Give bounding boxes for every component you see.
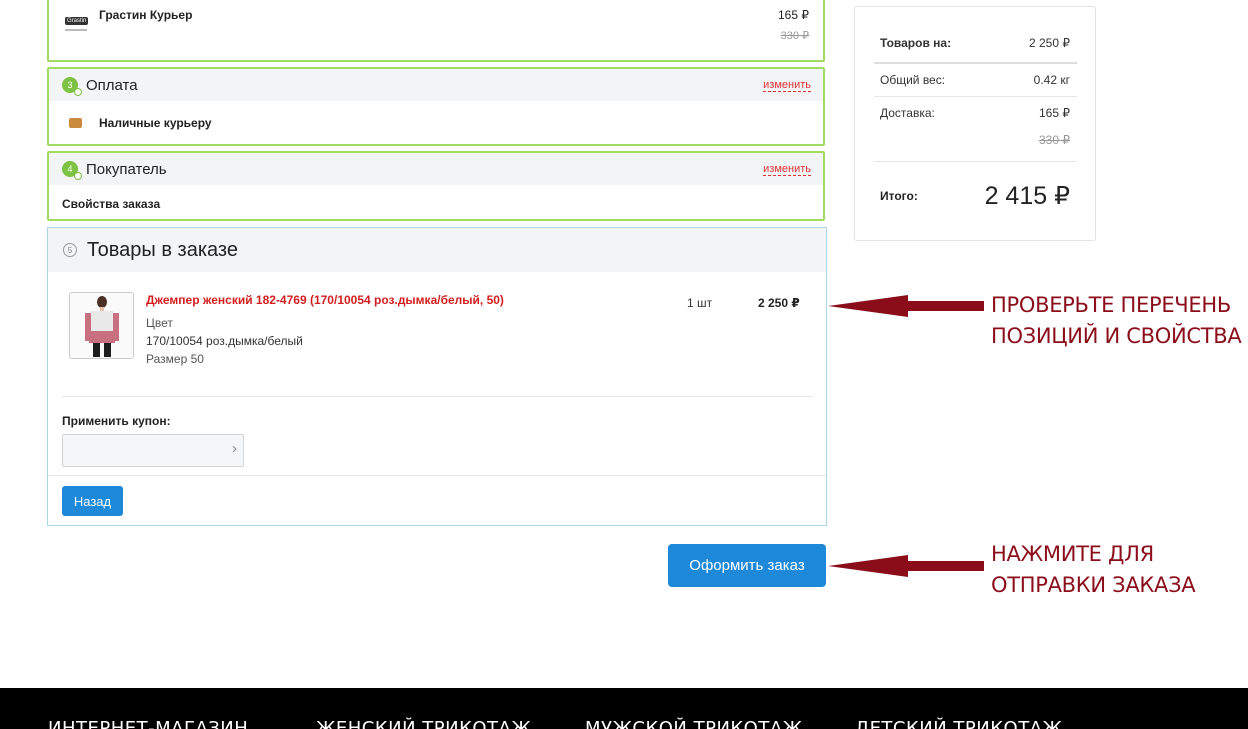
annotation-submit: НАЖМИТЕ ДЛЯ ОТПРАВКИ ЗАКАЗА [991,539,1196,601]
payment-method: Наличные курьеру [99,116,212,130]
order-summary: Товаров на: 2 250 ₽ Общий вес: 0.42 кг Д… [854,6,1096,241]
divider [874,96,1077,97]
summary-total-value: 2 415 ₽ [984,182,1070,210]
buyer-header: 4 Покупатель изменить [49,153,823,185]
grastin-logo: Grastin [65,9,91,31]
buyer-title: Покупатель [86,160,167,178]
footer-link-shop[interactable]: ИНТЕРНЕТ-МАГАЗИН [48,718,248,729]
payment-header: 3 Оплата изменить [49,69,823,101]
product-color-value: 170/10054 роз.дымка/белый [146,334,303,348]
delivery-name: Грастин Курьер [99,8,193,22]
annotation-submit-line1: НАЖМИТЕ ДЛЯ [991,542,1154,566]
footer-link-men[interactable]: МУЖСКОЙ ТРИКОТАЖ [585,718,803,729]
product-thumbnail[interactable] [69,292,134,359]
step-number-icon: 5 [63,243,77,257]
summary-goods-label: Товаров на: [880,36,952,50]
coupon-input[interactable]: › [62,434,244,467]
summary-delivery-label: Доставка: [880,106,935,120]
submit-order-button[interactable]: Оформить заказ [668,544,826,587]
arrow-icon [828,555,984,577]
order-properties-label: Свойства заказа [62,197,161,211]
order-items-header: 5 Товары в заказе [48,228,826,272]
product-size-value: 50 [190,352,204,366]
divider [62,396,812,397]
summary-delivery-row: Доставка: 165 ₽ [880,106,1070,120]
summary-delivery-old: 330 ₽ [1039,133,1070,147]
payment-block: 3 Оплата изменить Наличные курьеру [47,67,825,146]
product-quantity: 1 шт [687,296,713,310]
arrow-icon [828,295,984,317]
buyer-block: 4 Покупатель изменить Свойства заказа [47,151,825,221]
summary-delivery-value: 165 ₽ [1039,106,1070,120]
summary-weight-row: Общий вес: 0.42 кг [880,73,1070,87]
step-check-icon: 4 [62,161,82,180]
buyer-change-link[interactable]: изменить [763,163,811,176]
wallet-icon [69,118,82,128]
back-button[interactable]: Назад [62,486,123,516]
summary-goods-value: 2 250 ₽ [1029,36,1070,50]
order-items-title: Товары в заказе [87,238,238,261]
summary-goods-row: Товаров на: 2 250 ₽ [880,36,1070,50]
grastin-logo-text: Grastin [65,17,89,25]
summary-weight-label: Общий вес: [880,73,946,87]
divider [48,475,826,476]
payment-change-link[interactable]: изменить [763,79,811,92]
summary-weight-value: 0.42 кг [1033,73,1070,87]
site-footer: ИНТЕРНЕТ-МАГАЗИН ЖЕНСКИЙ ТРИКОТАЖ МУЖСКО… [0,688,1248,729]
divider [874,62,1077,64]
footer-link-kids[interactable]: ДЕТСКИЙ ТРИКОТАЖ [855,718,1062,729]
step-check-icon: 3 [62,77,82,96]
annotation-check-line1: ПРОВЕРЬТЕ ПЕРЕЧЕНЬ [991,293,1231,317]
delivery-block: Grastin Грастин Курьер 165 ₽ 330 ₽ [47,0,825,62]
order-items-block: 5 Товары в заказе Джемпер женский 182-47… [47,227,827,526]
product-color-label: Цвет [146,316,173,330]
delivery-old-price: 330 ₽ [780,30,809,42]
delivery-price: 165 ₽ [778,8,809,22]
annotation-submit-line2: ОТПРАВКИ ЗАКАЗА [991,573,1196,597]
footer-link-women[interactable]: ЖЕНСКИЙ ТРИКОТАЖ [316,718,531,729]
annotation-check: ПРОВЕРЬТЕ ПЕРЕЧЕНЬ ПОЗИЦИЙ И СВОЙСТВА [991,290,1242,352]
product-price: 2 250 ₽ [758,296,800,310]
product-image [85,296,119,357]
divider [874,161,1077,162]
chevron-right-icon[interactable]: › [232,440,237,457]
product-name-link[interactable]: Джемпер женский 182-4769 (170/10054 роз.… [146,293,504,307]
payment-title: Оплата [86,76,138,94]
product-size: Размер 50 [146,352,204,366]
summary-total-label: Итого: [880,189,918,203]
coupon-label: Применить купон: [62,414,171,428]
product-size-label: Размер [146,352,188,366]
annotation-check-line2: ПОЗИЦИЙ И СВОЙСТВА [991,324,1242,348]
